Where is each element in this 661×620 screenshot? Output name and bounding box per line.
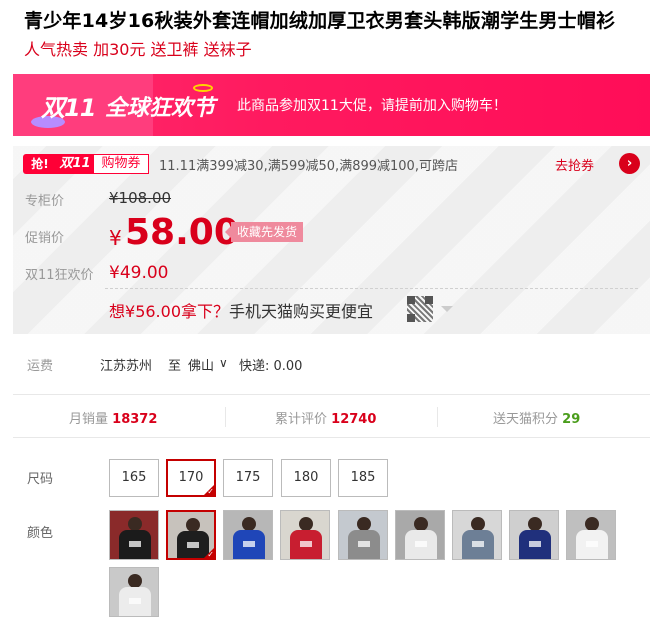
chevron-down-icon[interactable]: ∨: [219, 356, 228, 370]
ship-to-word: 至: [168, 359, 182, 374]
product-title: 青少年14岁16秋装外套连帽加绒加厚卫衣男套头韩版潮学生男士帽衫: [24, 10, 616, 32]
model-head: [414, 517, 428, 531]
color-swatch-white-blue[interactable]: [566, 510, 616, 560]
shipping-label: 运费: [27, 359, 54, 374]
color-swatch-gray[interactable]: [338, 510, 388, 560]
size-option-185[interactable]: 185: [338, 459, 388, 497]
model-head: [299, 517, 313, 531]
color-swatch-red[interactable]: [280, 510, 330, 560]
hoodie-print: [300, 541, 312, 547]
model-head: [585, 517, 599, 531]
double11-logo: 双11: [41, 94, 96, 122]
color-label: 颜色: [27, 526, 54, 541]
global-carnival-logo: 全球狂欢节: [105, 96, 216, 121]
double11-price-label: 双11狂欢价: [25, 268, 94, 283]
hoodie-print: [129, 541, 141, 547]
check-icon: ✓: [207, 550, 214, 559]
monthly-sales-value: 18372: [112, 412, 158, 427]
sale-price-currency: ¥: [109, 226, 122, 250]
hoodie-print: [187, 542, 199, 548]
grab-tag: 抢!: [23, 154, 57, 174]
stats-separator: [225, 407, 226, 427]
mobile-promo-middle: 拿下？: [181, 302, 230, 321]
banner-promo-text: 此商品参加双11大促，请提前加入购物车！: [237, 98, 507, 114]
model-head: [528, 517, 542, 531]
double11-price: ¥49.00: [109, 263, 169, 283]
stats-bar: 月销量 18372 累计评价 12740 送天猫积分 29: [13, 394, 650, 438]
hoodie-print: [243, 541, 255, 547]
stats-separator: [437, 407, 438, 427]
size-option-165[interactable]: 165: [109, 459, 159, 497]
size-option-170[interactable]: 170 ✓: [166, 459, 216, 497]
model-head: [128, 517, 142, 531]
monthly-sales: 月销量 18372: [69, 408, 157, 427]
tmall-points-value: 29: [562, 412, 581, 427]
size-label: 尺码: [27, 472, 54, 487]
hoodie-print: [415, 541, 427, 547]
counter-price: ¥108.00: [109, 189, 172, 207]
shopping-coupon-tag: 购物券: [93, 154, 149, 174]
total-reviews-label: 累计评价: [275, 412, 328, 427]
tmall-points-label: 送天猫积分: [493, 412, 559, 427]
monthly-sales-label: 月销量: [69, 412, 109, 427]
color-swatch-gray-blue[interactable]: [452, 510, 502, 560]
model-head: [128, 574, 142, 588]
grab-coupon-link[interactable]: 去抢券: [555, 155, 594, 174]
color-swatch-navy-blue[interactable]: [509, 510, 559, 560]
caret-down-icon[interactable]: [441, 306, 453, 312]
color-swatch-blue[interactable]: [223, 510, 273, 560]
express-fee: 快递: 0.00: [239, 359, 303, 374]
qr-code-icon[interactable]: [407, 296, 433, 322]
sale-price-label: 促销价: [25, 231, 65, 246]
size-option-175[interactable]: 175: [223, 459, 273, 497]
coupon-description: 11.11满399减30,满599减50,满899减100,可跨店: [159, 159, 458, 174]
model-head: [471, 517, 485, 531]
double11-tag: 双11: [57, 154, 93, 174]
color-swatch-black-red[interactable]: [109, 510, 159, 560]
hoodie-print: [586, 541, 598, 547]
total-reviews-value: 12740: [331, 412, 377, 427]
color-swatch-white-black[interactable]: [395, 510, 445, 560]
total-reviews[interactable]: 累计评价 12740: [275, 408, 376, 427]
mobile-promo-prefix: 想: [109, 302, 126, 321]
double11-banner[interactable]: 双11 全球狂欢节 此商品参加双11大促，请提前加入购物车！: [13, 74, 650, 136]
sale-price: 58.00: [125, 212, 239, 253]
ship-destination-select[interactable]: 佛山: [188, 355, 214, 374]
hoodie-print: [472, 541, 484, 547]
mobile-promo-suffix: 手机天猫购买更便宜: [229, 302, 374, 321]
tmall-points: 送天猫积分 29: [493, 408, 580, 427]
mobile-promo-price: ¥56.00: [125, 302, 181, 321]
color-swatch-white-gray[interactable]: [109, 567, 159, 617]
color-swatch-black-selected[interactable]: ✓: [166, 510, 216, 560]
hoodie-print: [358, 541, 370, 547]
hoodie-print: [129, 598, 141, 604]
chevron-right-icon[interactable]: ›: [619, 153, 640, 174]
counter-price-label: 专柜价: [25, 194, 65, 209]
product-subtitle: 人气热卖 加30元 送卫裤 送袜子: [24, 40, 252, 59]
ship-from: 江苏苏州: [100, 359, 153, 374]
size-option-180[interactable]: 180: [281, 459, 331, 497]
check-icon: ✓: [207, 487, 214, 496]
favorite-ship-first-badge[interactable]: 收藏先发货: [224, 222, 304, 242]
dashed-divider: [105, 288, 638, 289]
model-head: [242, 517, 256, 531]
price-panel: 抢! 双11 购物券 11.11满399减30,满599减50,满899减100…: [13, 146, 650, 334]
coupon-row: 抢! 双11 购物券 11.11满399减30,满599减50,满899减100…: [23, 152, 640, 178]
hoodie-print: [529, 541, 541, 547]
model-head: [357, 517, 371, 531]
mobile-promo[interactable]: 想¥56.00拿下？手机天猫购买更便宜: [109, 298, 373, 322]
model-head: [186, 518, 200, 532]
